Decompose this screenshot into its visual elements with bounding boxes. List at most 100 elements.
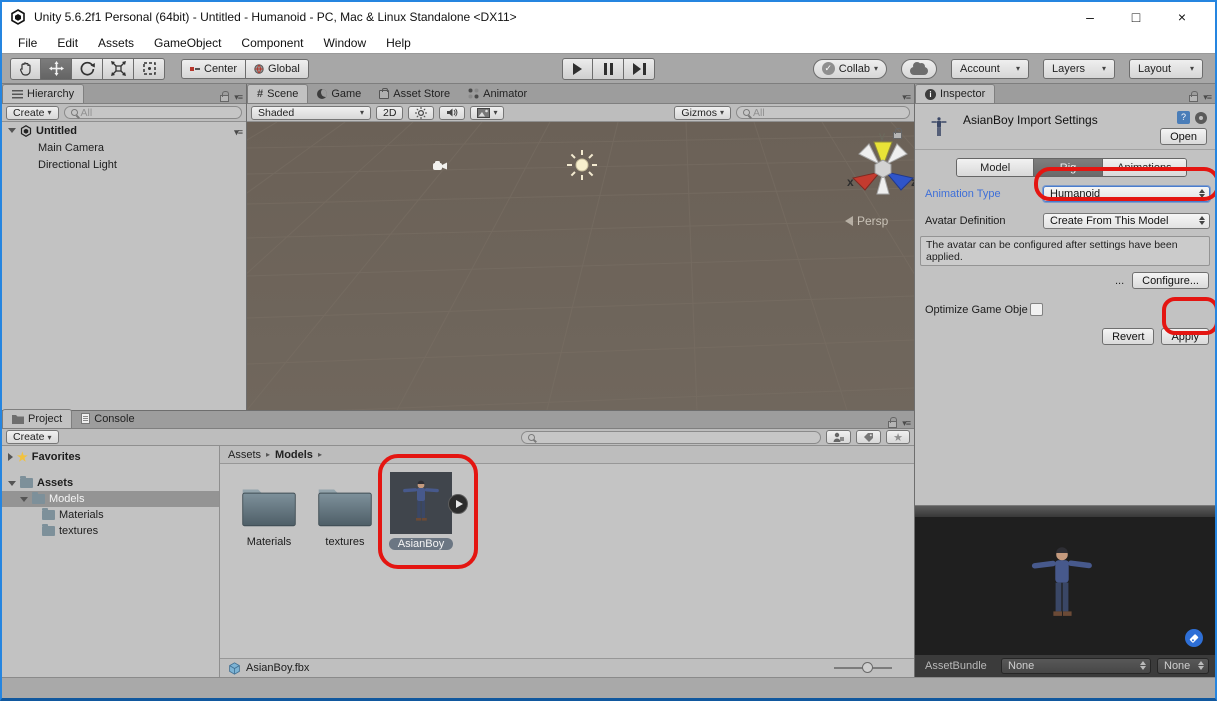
panel-menu-icon[interactable] [1203,87,1211,105]
rotate-tool-button[interactable] [72,58,103,80]
hierarchy-scene-row[interactable]: Untitled [2,122,246,139]
orientation-global-button[interactable]: Global [245,59,309,79]
asianboy-thumbnail[interactable] [390,472,452,534]
menu-window[interactable]: Window [313,34,376,52]
tree-item-favorites[interactable]: ★Favorites [2,449,219,465]
search-by-type-button[interactable] [826,430,851,444]
shading-mode-dropdown[interactable]: Shaded▾ [251,106,371,120]
foldout-icon[interactable] [8,481,16,486]
pause-button[interactable] [593,58,624,80]
search-by-label-button[interactable] [856,430,881,444]
audio-toggle-button[interactable] [439,106,465,120]
asset-folder-materials[interactable]: Materials [236,480,302,548]
help-icon[interactable]: ? [1177,111,1190,124]
model-preview[interactable] [915,517,1215,655]
cloud-button[interactable] [901,59,937,79]
effects-dropdown-button[interactable]: ▾ [470,106,504,120]
lighting-toggle-button[interactable] [408,106,434,120]
tab-model[interactable]: Model [957,159,1034,176]
menu-assets[interactable]: Assets [88,34,144,52]
rect-tool-button[interactable] [134,58,165,80]
panel-menu-icon[interactable] [902,87,910,105]
foldout-icon[interactable] [8,128,16,133]
minimize-button[interactable]: – [1079,9,1101,25]
lock-icon[interactable] [220,95,229,102]
gear-icon[interactable] [1195,112,1207,124]
configure-button[interactable]: Configure... [1132,272,1209,289]
tab-console[interactable]: Console [72,409,143,428]
account-dropdown[interactable]: Account▾ [951,59,1029,79]
scene-viewport[interactable]: y x z Persp [247,122,914,410]
tab-scene[interactable]: #Scene [247,84,308,103]
gizmos-dropdown[interactable]: Gizmos▾ [674,106,731,120]
asset-grid[interactable]: Materials textures [220,464,914,658]
tab-animator[interactable]: Animator [459,84,536,103]
asset-folder-textures[interactable]: textures [312,480,378,548]
move-tool-button[interactable] [41,58,72,80]
perspective-toggle[interactable]: Persp [845,214,888,228]
open-button[interactable]: Open [1160,128,1207,145]
foldout-icon[interactable] [8,453,13,461]
lock-icon[interactable] [1189,95,1198,102]
hand-tool-button[interactable] [10,58,41,80]
scene-menu-icon[interactable] [234,126,242,138]
menu-help[interactable]: Help [376,34,421,52]
asset-bundle-variant-dropdown[interactable]: None [1157,658,1209,674]
tab-rig[interactable]: Rig [1034,159,1102,176]
tree-item-assets[interactable]: Assets [2,475,219,491]
layers-dropdown[interactable]: Layers▾ [1043,59,1115,79]
tab-inspector[interactable]: iInspector [915,84,995,103]
tab-asset-store[interactable]: Asset Store [370,84,459,103]
camera-gizmo-icon[interactable] [432,160,448,172]
avatar-definition-dropdown[interactable]: Create From This Model [1043,213,1210,229]
asset-bundle-dropdown[interactable]: None [1001,658,1151,674]
animation-type-dropdown[interactable]: Humanoid [1043,186,1210,202]
panel-menu-icon[interactable] [234,87,242,105]
pivot-center-button[interactable]: Center [181,59,245,79]
menu-gameobject[interactable]: GameObject [144,34,231,52]
menu-component[interactable]: Component [231,34,313,52]
tab-animations[interactable]: Animations [1103,159,1186,176]
menu-edit[interactable]: Edit [47,34,88,52]
hierarchy-item-directional-light[interactable]: Directional Light [2,156,246,173]
hierarchy-search-input[interactable]: All [64,106,242,119]
tab-game[interactable]: Game [308,84,370,103]
project-search-input[interactable] [521,431,821,444]
tab-hierarchy[interactable]: Hierarchy [2,84,84,103]
hierarchy-create-button[interactable]: Create▾ [6,106,59,120]
optimize-checkbox[interactable] [1030,303,1043,316]
panel-menu-icon[interactable] [902,413,910,431]
search-favorites-button[interactable]: ★ [886,430,910,444]
project-create-button[interactable]: Create▾ [6,430,59,444]
apply-button[interactable]: Apply [1161,328,1209,345]
tree-item-textures[interactable]: textures [2,523,219,539]
foldout-icon[interactable] [20,497,28,502]
collab-button[interactable]: ✓Collab▾ [813,59,887,79]
maximize-button[interactable]: □ [1125,9,1147,25]
layout-dropdown[interactable]: Layout▾ [1129,59,1203,79]
lock-icon[interactable] [888,421,897,428]
axis-orientation-gizmo[interactable]: y x z [845,126,914,206]
asset-model-asianboy[interactable]: AsianBoy [388,472,454,552]
hierarchy-item-main-camera[interactable]: Main Camera [2,139,246,156]
scene-search-input[interactable]: All [736,106,910,119]
tab-project[interactable]: Project [2,409,72,428]
thumbnail-size-slider[interactable] [834,662,892,674]
revert-button[interactable]: Revert [1102,328,1154,345]
menu-file[interactable]: File [8,34,47,52]
step-button[interactable] [624,58,655,80]
tree-item-models[interactable]: Models [2,491,219,507]
breadcrumb-models[interactable]: Models [275,449,313,461]
preview-play-button[interactable] [448,494,468,514]
preview-resize-handle[interactable] [915,505,1215,517]
play-button[interactable] [562,58,593,80]
close-button[interactable]: × [1171,9,1193,25]
asset-labels-button[interactable] [1185,629,1203,647]
directional-light-gizmo-icon[interactable] [567,150,597,180]
tree-item-materials[interactable]: Materials [2,507,219,523]
2d-toggle-button[interactable]: 2D [376,106,403,120]
scale-tool-button[interactable] [103,58,134,80]
lock-icon[interactable] [893,132,902,139]
breadcrumb-assets[interactable]: Assets [228,449,261,461]
slider-thumb[interactable] [862,662,873,673]
